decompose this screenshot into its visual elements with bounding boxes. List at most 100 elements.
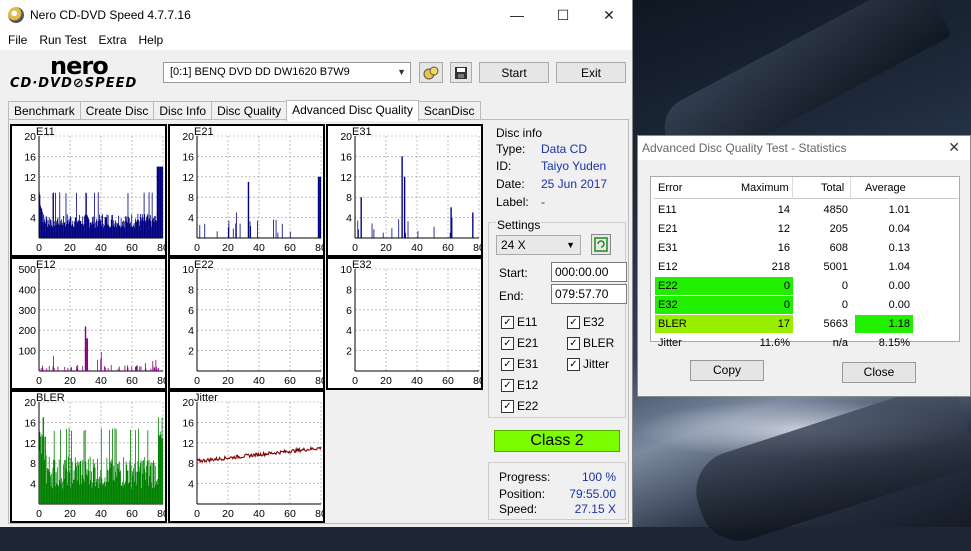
stat-total: 4850: [823, 204, 848, 216]
tab-scandisc[interactable]: ScanDisc: [417, 101, 481, 120]
x-tick-label: 0: [352, 242, 358, 254]
y-tick-label: 12: [24, 172, 36, 184]
checkbox-bler[interactable]: ✓ BLER: [567, 336, 614, 350]
y-tick-label: 20: [24, 131, 36, 143]
y-tick-label: 20: [182, 397, 194, 409]
checkbox-e12[interactable]: ✓ E12: [501, 378, 538, 392]
x-tick-label: 40: [95, 508, 107, 520]
y-tick-label: 8: [188, 192, 194, 204]
maximize-button[interactable]: ☐: [540, 0, 586, 30]
exit-button[interactable]: Exit: [556, 62, 626, 83]
close-button[interactable]: ✕: [586, 0, 632, 30]
chart-e11: 4 8 12 16 20 0 20 40 60 80 E11: [10, 124, 167, 257]
x-tick-label: 60: [126, 242, 138, 254]
stat-total: 608: [829, 242, 848, 254]
x-tick-label: 20: [222, 508, 234, 520]
close-icon[interactable]: ✕: [948, 139, 960, 156]
column-header-average: Average: [865, 182, 906, 194]
id-value: Taiyo Yuden: [541, 159, 607, 173]
copy-button[interactable]: Copy: [690, 360, 764, 381]
statistics-title[interactable]: Advanced Disc Quality Test - Statistics: [638, 136, 970, 160]
checkmark-icon: ✓: [501, 336, 514, 350]
y-tick-label: 16: [182, 417, 194, 429]
tab-disc-info[interactable]: Disc Info: [153, 101, 213, 120]
x-tick-label: 0: [194, 508, 200, 520]
disc-info-panel: Disc info Type: Data CD ID: Taiyo Yuden …: [488, 124, 626, 212]
checkbox-label: E12: [517, 378, 539, 392]
x-tick-label: 80: [315, 242, 323, 254]
end-time-input[interactable]: 079:57.70: [551, 284, 627, 304]
drive-info-button[interactable]: [419, 62, 443, 83]
checkbox-e11[interactable]: ✓ E11: [501, 315, 537, 329]
y-tick-label: 500: [18, 264, 36, 276]
x-tick-label: 60: [126, 375, 138, 387]
drive-select-value: [0:1] BENQ DVD DD DW1620 B7W9: [170, 66, 350, 78]
tab-create-disc[interactable]: Create Disc: [79, 101, 155, 120]
x-tick-label: 20: [64, 242, 76, 254]
checkbox-e21[interactable]: ✓ E21: [501, 336, 538, 350]
progress-label: Progress:: [499, 470, 551, 484]
minimize-button[interactable]: —: [494, 0, 540, 30]
floppy-disk-icon: [455, 66, 467, 79]
checkbox-e31[interactable]: ✓ E31: [501, 357, 538, 371]
x-tick-label: 40: [411, 242, 423, 254]
y-tick-label: 16: [340, 151, 352, 163]
tab-benchmark[interactable]: Benchmark: [8, 101, 81, 120]
speed-label: Speed:: [499, 502, 538, 516]
checkmark-icon: ✓: [567, 315, 580, 329]
type-label: Type:: [496, 142, 526, 156]
stat-total: 0: [841, 280, 848, 292]
tab-advanced-disc-quality[interactable]: Advanced Disc Quality: [286, 100, 419, 121]
chart-e21-plot: 4 8 12 16 20 0 20 40 60 80: [182, 131, 323, 254]
menu-run-test[interactable]: Run Test: [33, 33, 92, 47]
stat-maximum: 0: [783, 299, 790, 311]
menu-help[interactable]: Help: [133, 33, 170, 47]
x-tick-label: 60: [126, 508, 138, 520]
y-tick-label: 4: [346, 213, 352, 225]
menu-file[interactable]: File: [2, 33, 33, 47]
x-tick-label: 60: [442, 242, 454, 254]
start-time-input[interactable]: 000:00.00: [551, 262, 627, 282]
start-button[interactable]: Start: [479, 62, 549, 83]
menu-bar: File Run Test Extra Help: [0, 30, 632, 50]
checkbox-label: E11: [517, 315, 538, 329]
chart-e31: 4 8 12 16 20 0 20 40 60 80 E31: [326, 124, 483, 257]
stat-average: 1.04: [888, 261, 910, 273]
refresh-speed-button[interactable]: [591, 234, 611, 255]
y-tick-label: 6: [188, 305, 194, 317]
progress-panel: Progress: 100 % Position: 79:55.00 Speed…: [488, 462, 626, 520]
checkmark-icon: ✓: [501, 315, 514, 329]
chart-title: BLER: [36, 392, 65, 404]
checkbox-jitter[interactable]: ✓ Jitter: [567, 357, 609, 371]
id-label: ID:: [496, 159, 512, 173]
speed-select[interactable]: 24 X ▼: [496, 235, 581, 255]
checkmark-icon: ✓: [567, 336, 580, 350]
menu-extra[interactable]: Extra: [92, 33, 132, 47]
title-bar[interactable]: Nero CD-DVD Speed 4.7.7.16 — ☐ ✕: [0, 0, 632, 30]
disc-info-icon: [423, 66, 439, 79]
checkbox-label: E21: [517, 336, 539, 350]
close-dialog-button[interactable]: Close: [842, 362, 916, 383]
stat-average: 1.01: [888, 204, 910, 216]
toolbar: nero CD·DVD⊘SPEED [0:1] BENQ DVD DD DW16…: [0, 50, 633, 98]
x-tick-label: 80: [157, 508, 165, 520]
quality-class-badge: Class 2: [494, 430, 620, 452]
date-label: Date:: [496, 177, 525, 191]
column-header-maximum: Maximum: [741, 182, 789, 194]
drive-select[interactable]: [0:1] BENQ DVD DD DW1620 B7W9 ▼: [163, 62, 411, 83]
y-tick-label: 4: [30, 479, 36, 491]
y-tick-label: 4: [188, 213, 194, 225]
y-tick-label: 400: [18, 284, 36, 296]
checkbox-label: E31: [517, 357, 539, 371]
window-title: Nero CD-DVD Speed 4.7.7.16: [30, 8, 191, 22]
y-tick-label: 20: [24, 397, 36, 409]
main-window: Nero CD-DVD Speed 4.7.7.16 — ☐ ✕ File Ru…: [0, 0, 633, 527]
y-tick-label: 8: [30, 192, 36, 204]
checkbox-label: E32: [583, 315, 605, 329]
end-label: End:: [499, 289, 524, 303]
checkbox-e32[interactable]: ✓ E32: [567, 315, 604, 329]
tab-disc-quality[interactable]: Disc Quality: [211, 101, 288, 120]
save-button[interactable]: [450, 62, 472, 83]
x-tick-label: 40: [95, 242, 107, 254]
checkbox-e22[interactable]: ✓ E22: [501, 399, 538, 413]
